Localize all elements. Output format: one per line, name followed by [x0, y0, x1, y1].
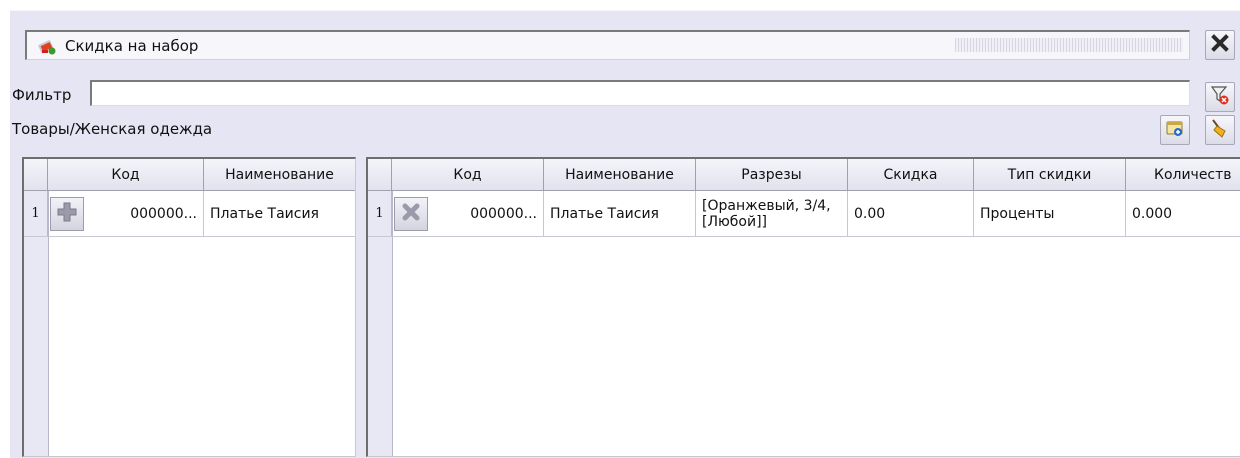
column-header-name[interactable]: Наименование [204, 159, 355, 191]
cell-discount: 0.00 [848, 191, 974, 236]
column-header-name[interactable]: Наименование [544, 159, 696, 191]
remove-row-button[interactable] [394, 197, 428, 231]
new-item-button[interactable] [1160, 115, 1190, 145]
cell-name: Платье Таисия [544, 191, 696, 236]
row-number: 1 [24, 191, 48, 236]
column-header-code[interactable]: Код [48, 159, 204, 191]
new-document-icon [1164, 117, 1186, 143]
selected-items-grid: Код Наименование Разрезы Скидка Тип скид… [366, 157, 1240, 457]
column-header-quantity[interactable]: Количеств [1126, 159, 1240, 191]
cell-code: 000000... [428, 191, 544, 236]
cell-cuts-line2: [Любой]] [702, 213, 767, 230]
close-x-icon [1210, 33, 1230, 57]
clear-button[interactable] [1205, 115, 1235, 145]
close-button[interactable] [1205, 30, 1235, 60]
cell-discount-type: Проценты [974, 191, 1126, 236]
title-bar-pattern [955, 38, 1183, 52]
cross-icon [400, 201, 422, 227]
filter-input[interactable] [90, 80, 1190, 106]
breadcrumb: Товары/Женская одежда [12, 120, 213, 138]
column-header-discount-type[interactable]: Тип скидки [974, 159, 1126, 191]
cell-cuts: [Оранжевый, 3/4, [Любой]] [696, 191, 848, 236]
window-title: Скидка на набор [65, 37, 199, 55]
filter-clear-icon [1209, 84, 1231, 110]
cell-name: Платье Таисия [204, 191, 355, 236]
filter-clear-button[interactable] [1205, 82, 1235, 112]
table-row[interactable]: 1 000000... Платье Таисия [Оранжевый, 3/… [368, 191, 1240, 237]
available-items-grid: Код Наименование 1 000000... Платье Таис… [22, 157, 356, 457]
cell-quantity: 0.000 [1132, 205, 1173, 222]
discount-tag-icon [37, 36, 57, 56]
row-number: 1 [368, 191, 392, 236]
cell-code: 000000... [84, 191, 204, 236]
column-header-discount[interactable]: Скидка [848, 159, 974, 191]
filter-label: Фильтр [12, 86, 72, 104]
column-header-cuts[interactable]: Разрезы [696, 159, 848, 191]
column-header-code[interactable]: Код [392, 159, 544, 191]
broom-icon [1209, 117, 1231, 143]
header-corner [24, 159, 48, 191]
add-row-button[interactable] [50, 197, 84, 231]
cell-cuts-line1: [Оранжевый, 3/4, [702, 197, 831, 214]
header-corner [368, 159, 392, 191]
title-bar: Скидка на набор [25, 30, 1190, 60]
table-row[interactable]: 1 000000... Платье Таисия [24, 191, 355, 237]
plus-icon [56, 201, 78, 227]
